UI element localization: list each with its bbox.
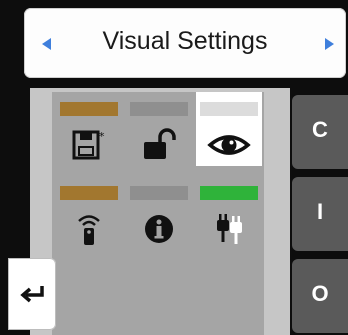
status-stripe [200, 186, 258, 200]
title-bar: Visual Settings [24, 8, 346, 78]
return-arrow-icon [20, 286, 44, 303]
grid-item-lock[interactable] [126, 92, 192, 166]
grid-item-visual[interactable] [196, 92, 262, 166]
page-title: Visual Settings [102, 27, 268, 55]
next-arrow-icon[interactable] [325, 38, 334, 50]
remote-wireless-icon [56, 212, 122, 246]
status-stripe [60, 186, 118, 200]
grid-item-power[interactable] [196, 176, 262, 250]
unlock-icon [126, 128, 192, 162]
plugs-icon [196, 212, 262, 246]
side-button-o[interactable]: O [292, 259, 348, 333]
status-stripe [200, 102, 258, 116]
side-button-c[interactable]: C [292, 95, 348, 169]
info-icon [126, 212, 192, 246]
settings-grid: * [52, 92, 264, 335]
settings-panel: * [30, 88, 290, 335]
eye-icon [196, 128, 262, 162]
status-stripe [130, 102, 188, 116]
status-stripe [130, 186, 188, 200]
status-stripe [60, 102, 118, 116]
side-button-label: I [316, 199, 324, 224]
svg-text:*: * [99, 130, 105, 143]
grid-item-info[interactable] [126, 176, 192, 250]
save-star-icon: * [56, 128, 122, 162]
side-button-label: C [312, 117, 328, 142]
side-button-i[interactable]: I [292, 177, 348, 251]
grid-item-remote[interactable] [56, 176, 122, 250]
back-button[interactable] [8, 258, 56, 330]
grid-item-save-settings[interactable]: * [56, 92, 122, 166]
side-button-label: O [311, 281, 329, 306]
